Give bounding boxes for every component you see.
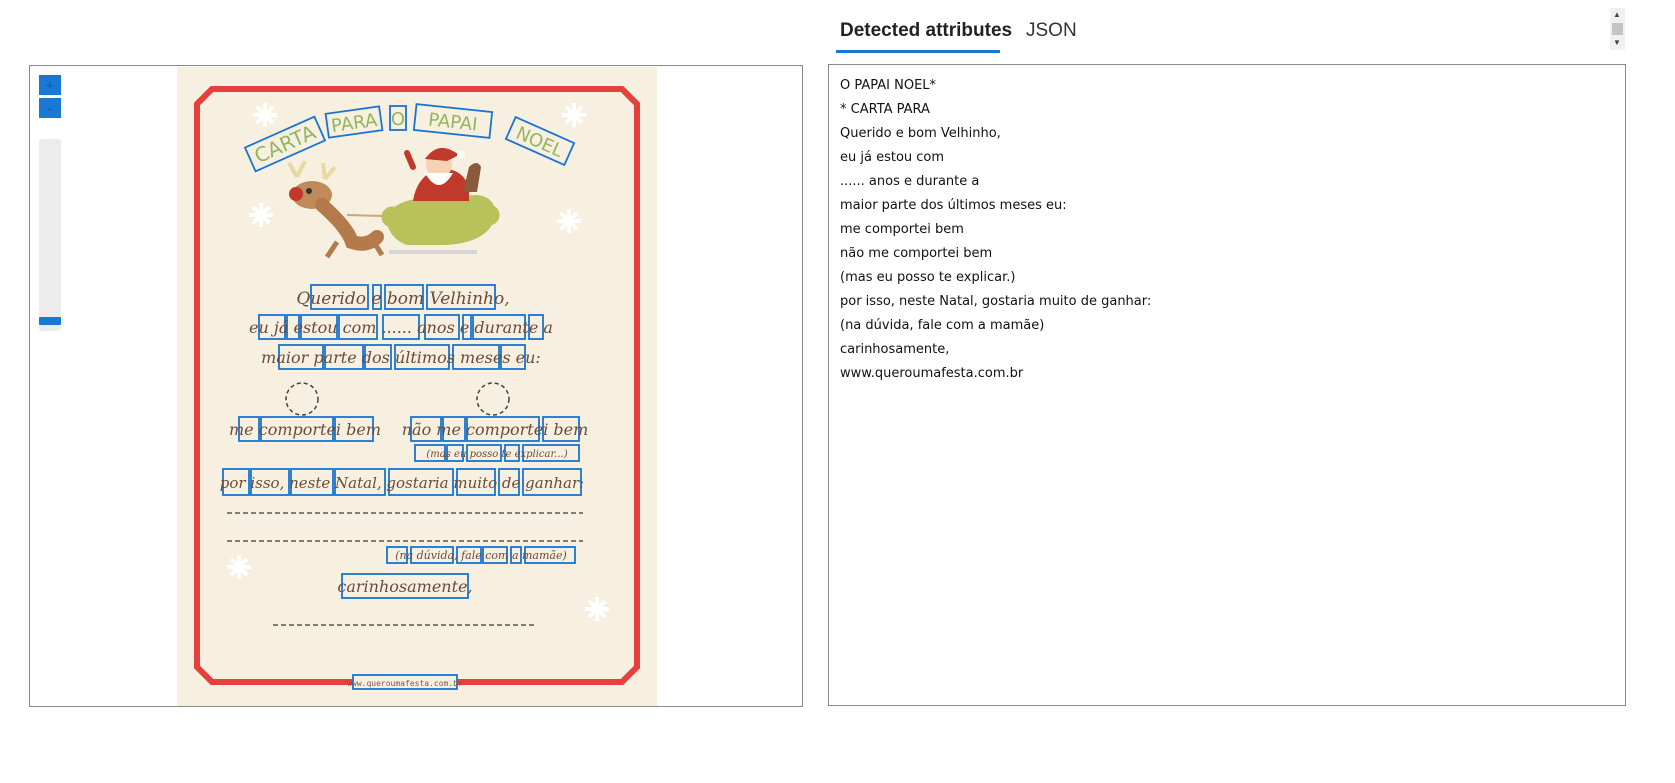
title-word-o: O	[391, 109, 405, 130]
text-note: (na dúvida, fale com a mamãe)	[386, 546, 576, 564]
zoom-slider[interactable]	[39, 139, 61, 331]
letter-image: CARTA PARA O PAPAI NOEL Querido e bom Ve…	[177, 67, 657, 706]
detected-attributes-panel[interactable]: O PAPAI NOEL* * CARTA PARA Querido e bom…	[828, 64, 1626, 706]
attribute-line: www.queroumafesta.com.br	[840, 366, 1024, 381]
attribute-line: maior parte dos últimos meses eu:	[840, 198, 1067, 213]
letter-line-months: maior parte dos últimos meses eu:	[261, 348, 541, 367]
attribute-line: eu já estou com	[840, 150, 945, 165]
letter-line-age: eu já estou com ...... anos e durante a	[249, 318, 553, 337]
letter-footer-url: www.queroumafesta.com.br	[347, 679, 463, 688]
text-line-3: maior parte dos últimos meses eu:	[261, 344, 541, 370]
zoom-out-button[interactable]: -	[39, 98, 61, 118]
letter-line-greeting: Querido e bom Velhinho,	[296, 289, 509, 309]
attribute-line: ...... anos e durante a	[840, 174, 980, 189]
letter-closing: carinhosamente,	[337, 577, 472, 596]
letter-note-text: (na dúvida, fale com a mamãe)	[395, 549, 567, 562]
tab-scrollbar[interactable]: ▲ ▼	[1610, 8, 1625, 50]
attribute-line: por isso, neste Natal, gostaria muito de…	[840, 294, 1152, 309]
attribute-line: (mas eu posso te explicar.)	[840, 270, 1016, 285]
scroll-up-icon[interactable]: ▲	[1613, 11, 1621, 19]
option-behaved: me comportei bem	[229, 416, 381, 442]
scroll-down-icon[interactable]: ▼	[1613, 39, 1621, 47]
option-behaved-text: me comportei bem	[229, 420, 381, 439]
attribute-line: O PAPAI NOEL*	[840, 78, 937, 93]
attribute-line: carinhosamente,	[840, 342, 950, 357]
zoom-in-button[interactable]: +	[39, 75, 61, 95]
attribute-line: não me comportei bem	[840, 246, 993, 261]
tab-detected-attributes[interactable]: Detected attributes	[840, 20, 1012, 42]
image-viewer[interactable]: + - CARTA PARA O PAPAI NOEL Querido e bo…	[29, 65, 803, 707]
zoom-slider-handle[interactable]	[39, 317, 61, 325]
option-not-behaved-text: não me comportei bem	[402, 420, 589, 439]
tab-json[interactable]: JSON	[1026, 20, 1077, 42]
attribute-line: * CARTA PARA	[840, 102, 930, 117]
option-not-behaved-note: (mas eu posso te explicar...)	[426, 449, 567, 460]
active-tab-indicator	[836, 50, 1000, 53]
letter-line-wish: por isso, neste Natal, gostaria muito de…	[220, 474, 584, 492]
tab-scrollbar-thumb[interactable]	[1612, 23, 1623, 35]
attribute-line: (na dúvida, fale com a mamãe)	[840, 318, 1045, 333]
attribute-line: Querido e bom Velhinho,	[840, 126, 1001, 141]
attribute-line: me comportei bem	[840, 222, 964, 237]
text-line-2: eu já estou com ...... anos e durante a	[249, 314, 553, 340]
text-line-1: Querido e bom Velhinho,	[296, 284, 510, 310]
